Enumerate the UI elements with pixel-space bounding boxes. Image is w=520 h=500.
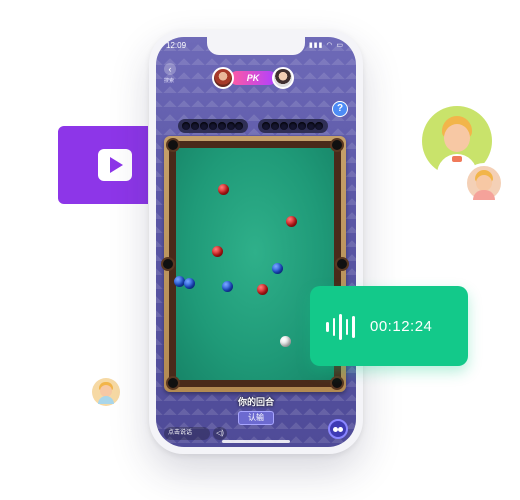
- player-right-avatar[interactable]: [272, 67, 294, 89]
- red-ball: [212, 246, 223, 257]
- player-left-ball-rack: [178, 119, 248, 133]
- pocket-top-right: [330, 138, 344, 152]
- pk-bar: PK: [212, 67, 294, 89]
- status-icons: ▮▮▮ ◠ ▭: [308, 42, 344, 49]
- user-avatar-medium: [464, 163, 504, 203]
- phone-notch: [207, 37, 305, 55]
- video-call-card: [58, 126, 148, 204]
- status-time: 12:09: [166, 41, 187, 50]
- home-indicator: [222, 440, 290, 443]
- help-button[interactable]: ?: [332, 101, 348, 117]
- red-ball: [218, 184, 229, 195]
- promo-stage: 12:09 ▮▮▮ ◠ ▭ ‹ 搜索 PK ? 你的回合 认输 点击说话 ◁) …: [0, 0, 520, 500]
- pocket-mid-right: [335, 257, 349, 271]
- pk-badge: PK: [230, 71, 276, 85]
- blue-ball: [272, 263, 283, 274]
- voice-input-button[interactable]: 点击说话: [164, 427, 210, 440]
- voice-duration: 00:12:24: [370, 318, 433, 335]
- pocket-top-left: [166, 138, 180, 152]
- back-button[interactable]: ‹: [164, 63, 176, 75]
- turn-indicator: 你的回合: [237, 397, 274, 407]
- phone-mockup: 12:09 ▮▮▮ ◠ ▭ ‹ 搜索 PK ? 你的回合 认输 点击说话 ◁): [149, 30, 363, 454]
- sound-wave-icon: [326, 314, 366, 340]
- player-left-avatar[interactable]: [212, 67, 234, 89]
- play-icon[interactable]: [98, 149, 132, 181]
- user-avatar-small: [92, 378, 120, 406]
- red-ball: [257, 284, 268, 295]
- robot-icon[interactable]: [328, 419, 348, 439]
- speaker-icon[interactable]: ◁): [213, 427, 227, 440]
- voice-message-card: 00:12:24: [310, 286, 468, 366]
- cue-ball[interactable]: [280, 336, 291, 347]
- blue-ball: [184, 278, 195, 289]
- pocket-bottom-right: [330, 376, 344, 390]
- player-right-ball-rack: [258, 119, 328, 133]
- game-screen: 12:09 ▮▮▮ ◠ ▭ ‹ 搜索 PK ? 你的回合 认输 点击说话 ◁): [156, 37, 356, 447]
- red-ball: [286, 216, 297, 227]
- pocket-mid-left: [161, 257, 175, 271]
- pocket-bottom-left: [166, 376, 180, 390]
- header-sub-label: 搜索: [164, 78, 175, 84]
- blue-ball: [222, 281, 233, 292]
- concede-button[interactable]: 认输: [238, 411, 274, 425]
